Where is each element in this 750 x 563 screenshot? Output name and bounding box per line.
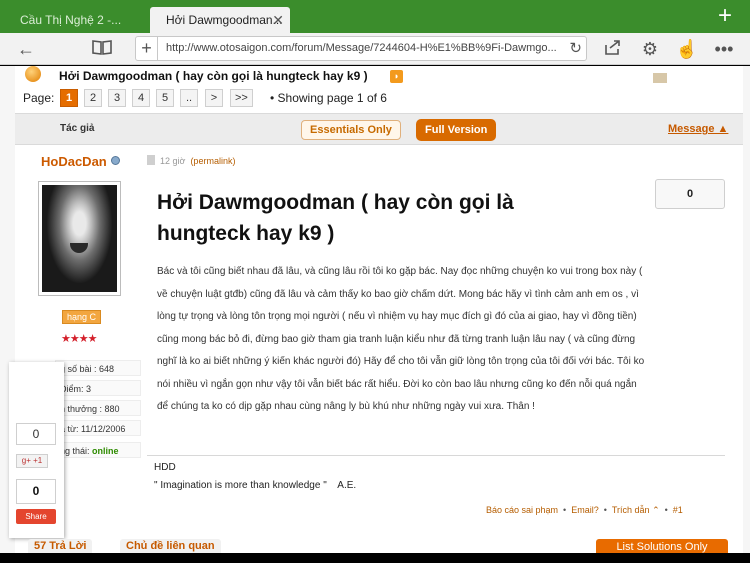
email-link[interactable]: Email? (571, 505, 599, 515)
signature-line: HDD (154, 462, 176, 473)
post-title: Hởi Dawmgoodman ( hay còn gọi là hungtec… (157, 191, 514, 245)
pagination-label: Page: (23, 91, 55, 105)
post-meta: 12 giờ (permalink) (147, 155, 235, 166)
google-plus-button[interactable]: g+ +1 (16, 454, 48, 468)
signature-divider (147, 455, 725, 456)
author-column-label: Tác giả (60, 123, 95, 134)
author-points: Điểm: 3 (55, 380, 141, 396)
post-header-row: Tác giả Essentials Only Full Version Mes… (15, 113, 743, 145)
chevron-up-icon[interactable]: ⌃ (652, 505, 660, 515)
related-topics-tab[interactable]: Chủ đề liên quan (120, 539, 221, 553)
permalink-link[interactable]: (permalink) (190, 156, 235, 166)
new-tab-icon[interactable]: + (718, 2, 732, 30)
author-join-date: a từ: 11/12/2006 (55, 420, 141, 436)
essentials-only-button[interactable]: Essentials Only (301, 120, 401, 140)
tab-label: Hởi Dawmgoodman... (166, 13, 283, 27)
signature-quote: " Imagination is more than knowledge " A… (154, 480, 357, 491)
gesture-icon[interactable]: ☝ (675, 37, 699, 61)
share-button-label: Share (25, 512, 47, 521)
author-status: ng thái: online (55, 442, 141, 458)
browser-tab-bar: Cầu Thị Nghệ 2 -... Hởi Dawmgoodman... ✕… (0, 0, 750, 33)
share-count-top: 0 (16, 423, 56, 445)
post-time: 12 giờ (160, 156, 186, 166)
thread-title-bar: Hởi Dawmgoodman ( hay còn gọi là hungtec… (15, 66, 743, 86)
next-page-link[interactable]: > (205, 89, 223, 107)
more-icon[interactable]: ••• (712, 37, 736, 61)
report-link[interactable]: Báo cáo sai phạm (486, 505, 558, 515)
thread-status-icon (25, 66, 41, 82)
post-actions: Báo cáo sai phạm • Email? • Trích dẫn ⌃ • #1 (486, 505, 683, 516)
thread-title: Hởi Dawmgoodman ( hay còn gọi là hungtec… (59, 69, 368, 83)
separator-dot: • (563, 505, 567, 515)
share-count-bottom: 0 (16, 479, 56, 504)
replies-tab[interactable]: 57 Trả Lời (28, 539, 93, 553)
separator-dot: • (664, 505, 668, 515)
full-version-button[interactable]: Full Version (416, 119, 497, 141)
add-bookmark-icon[interactable]: + (136, 37, 158, 60)
page-link[interactable]: 5 (156, 89, 174, 107)
rank-badge: hạng C (62, 310, 102, 324)
author-post-count: g số bài : 648 (55, 360, 141, 376)
browser-tab-active[interactable]: Hởi Dawmgoodman... ✕ (150, 7, 290, 33)
page-link[interactable]: 2 (84, 89, 102, 107)
rating-stars: ★★★★ (61, 333, 97, 345)
author-name[interactable]: HoDacDan (41, 154, 107, 169)
folder-icon (653, 73, 667, 83)
reload-icon[interactable]: ↻ (569, 37, 582, 60)
share-widget: 0 g+ +1 0 Share (9, 362, 64, 538)
showing-page-text: • Showing page 1 of 6 (270, 91, 387, 105)
avatar[interactable] (38, 181, 121, 296)
document-icon (147, 155, 155, 165)
reader-icon[interactable] (90, 37, 114, 61)
address-bar[interactable]: + http://www.otosaigon.com/forum/Message… (135, 36, 587, 61)
tab-label: Cầu Thị Nghệ 2 -... (20, 13, 122, 27)
page-link-current[interactable]: 1 (60, 89, 78, 107)
last-page-link[interactable]: >> (230, 89, 253, 107)
list-solutions-button[interactable]: List Solutions Only (596, 539, 728, 553)
author-status-label: ng thái: (60, 446, 93, 456)
page-ellipsis[interactable]: .. (180, 89, 198, 107)
share-icon[interactable] (601, 37, 625, 61)
vote-count-button[interactable]: 0 (655, 179, 725, 209)
share-button[interactable]: Share (16, 509, 56, 524)
back-icon[interactable]: ← (14, 37, 38, 61)
post-body: Bác và tôi cũng biết nhau đã lâu, và cũn… (157, 266, 645, 412)
web-page: Hởi Dawmgoodman ( hay còn gọi là hungtec… (0, 66, 750, 553)
page-link[interactable]: 4 (132, 89, 150, 107)
settings-icon[interactable]: ⚙ (638, 37, 662, 61)
post-number-link[interactable]: #1 (673, 505, 683, 515)
browser-toolbar: ← + http://www.otosaigon.com/forum/Messa… (0, 33, 750, 65)
page-link[interactable]: 3 (108, 89, 126, 107)
author-reward: h thưởng : 880 (55, 400, 141, 416)
avatar-image (42, 185, 117, 292)
close-tab-icon[interactable]: ✕ (272, 7, 284, 33)
author-status-value: online (92, 446, 119, 456)
quote-link[interactable]: Trích dẫn (612, 505, 650, 515)
rss-icon[interactable]: ◗ (390, 70, 403, 83)
url-text: http://www.otosaigon.com/forum/Message/7… (166, 42, 557, 54)
online-status-icon (111, 156, 120, 165)
message-sort-link[interactable]: Message ▲ (668, 123, 728, 135)
separator-dot: • (603, 505, 607, 515)
browser-tab[interactable]: Cầu Thị Nghệ 2 -... (4, 7, 146, 33)
